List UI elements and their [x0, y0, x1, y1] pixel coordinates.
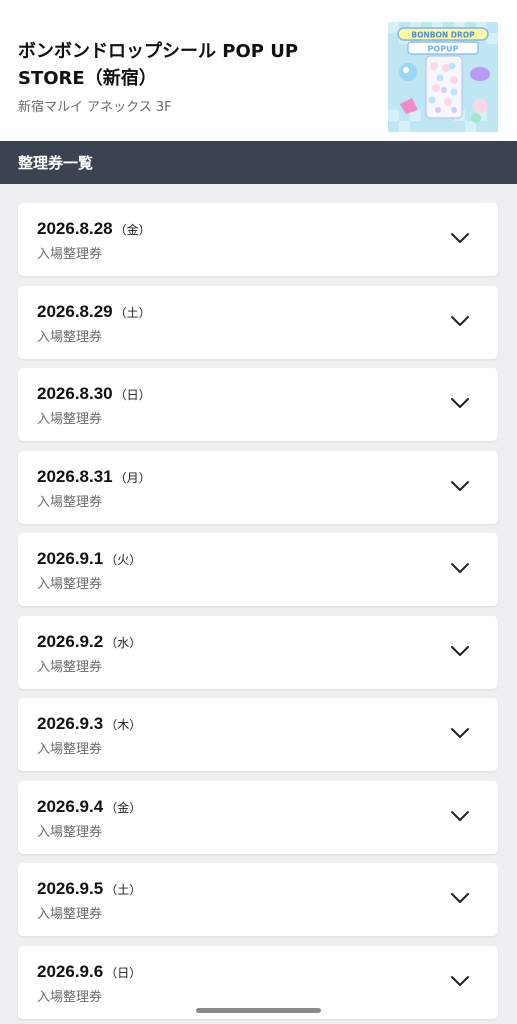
day-of-week: （水）: [105, 635, 142, 650]
date-line: 2026.8.28 （金）: [37, 219, 151, 239]
chevron-down-icon[interactable]: [450, 314, 470, 328]
chevron-down-icon[interactable]: [450, 809, 470, 823]
event-title: ボンボンドロップシール POP UP STORE（新宿）: [18, 41, 299, 89]
ticket-date: 2026.9.6: [37, 961, 104, 981]
chevron-down-icon[interactable]: [450, 396, 470, 410]
ticket-date: 2026.9.5: [37, 879, 104, 898]
day-of-week: （土）: [105, 883, 142, 897]
day-of-week: （日）: [114, 388, 151, 402]
thumbnail-image: BONBON DROP POPUP: [388, 22, 498, 132]
venue-label: 新宿マルイ アネックス 3F: [18, 100, 172, 115]
ticket-date-item[interactable]: 2026.8.30 （日） 入場整理券: [18, 368, 498, 441]
chevron-down-icon[interactable]: [450, 726, 470, 740]
chevron-down-icon[interactable]: [450, 231, 470, 245]
ticket-date: 2026.8.28: [37, 219, 113, 238]
day-of-week: （木）: [105, 718, 142, 732]
ticket-type: 入場整理券: [37, 989, 103, 1005]
date-line: 2026.8.31 （月）: [37, 467, 151, 487]
date-line: 2026.8.29 （土）: [37, 302, 151, 322]
ticket-date: 2026.8.29: [37, 301, 113, 321]
ticket-type: 入場整理券: [37, 329, 103, 345]
ticket-type: 入場整理券: [37, 824, 103, 840]
date-line: 2026.9.4 （金）: [37, 797, 141, 817]
ticket-date: 2026.9.1: [37, 549, 104, 568]
chevron-down-icon[interactable]: [450, 479, 470, 493]
thumbnail-logo-text: BONBON DROP: [411, 31, 475, 40]
ticket-date: 2026.9.2: [37, 631, 104, 651]
ticket-type: 入場整理券: [37, 742, 103, 757]
ticket-date-item[interactable]: 2026.8.31 （月） 入場整理券: [18, 450, 498, 524]
date-line: 2026.9.5 （土）: [37, 879, 141, 899]
ticket-date: 2026.9.4: [37, 796, 104, 816]
day-of-week: （月）: [114, 470, 151, 485]
ticket-date: 2026.8.31: [37, 466, 113, 486]
chevron-down-icon[interactable]: [450, 974, 470, 988]
ticket-type: 入場整理券: [37, 659, 103, 675]
chevron-down-icon[interactable]: [450, 891, 470, 905]
ticket-date-item[interactable]: 2026.9.3 （木） 入場整理券: [18, 698, 498, 771]
ticket-date: 2026.8.30: [37, 384, 113, 403]
ticket-type: 入場整理券: [37, 412, 103, 427]
date-line: 2026.9.3 （木）: [37, 714, 141, 734]
ticket-date-item[interactable]: 2026.9.1 （火） 入場整理券: [18, 533, 498, 606]
page: ボンボンドロップシール POP UP STORE（新宿） 新宿マルイ アネックス…: [0, 0, 517, 1024]
chevron-down-icon[interactable]: [450, 561, 470, 575]
home-indicator[interactable]: [196, 1008, 321, 1013]
ticket-type: 入場整理券: [37, 577, 103, 592]
section-title: 整理券一覧: [18, 154, 94, 172]
ticket-date-list: 2026.8.28 （金） 入場整理券 2026.8.29 （土） 入場整理券 20…: [18, 203, 498, 1024]
ticket-date-item[interactable]: 2026.9.2 （水） 入場整理券: [18, 615, 498, 689]
day-of-week: （土）: [114, 305, 151, 320]
ticket-type: 入場整理券: [37, 247, 103, 262]
event-thumbnail[interactable]: BONBON DROP POPUP: [388, 22, 498, 132]
chevron-down-icon[interactable]: [450, 644, 470, 658]
thumbnail-popup-text: POPUP: [428, 45, 459, 54]
date-line: 2026.8.30 （日）: [37, 384, 151, 404]
date-line: 2026.9.2 （水）: [37, 632, 141, 652]
day-of-week: （日）: [105, 965, 142, 980]
ticket-date-item[interactable]: 2026.8.28 （金） 入場整理券: [18, 203, 498, 276]
date-line: 2026.9.1 （火）: [37, 549, 141, 569]
ticket-type: 入場整理券: [37, 907, 103, 922]
ticket-date-item[interactable]: 2026.9.4 （金） 入場整理券: [18, 780, 498, 854]
date-line: 2026.9.6 （日）: [37, 962, 141, 982]
ticket-date-item[interactable]: 2026.8.29 （土） 入場整理券: [18, 285, 498, 359]
section-header: 整理券一覧: [0, 141, 517, 184]
ticket-type: 入場整理券: [37, 494, 103, 510]
day-of-week: （金）: [114, 223, 151, 237]
ticket-date-item[interactable]: 2026.9.5 （土） 入場整理券: [18, 863, 498, 936]
ticket-date: 2026.9.3: [37, 714, 104, 733]
day-of-week: （火）: [105, 553, 142, 567]
event-header: ボンボンドロップシール POP UP STORE（新宿） 新宿マルイ アネックス…: [0, 0, 517, 141]
day-of-week: （金）: [105, 800, 142, 815]
